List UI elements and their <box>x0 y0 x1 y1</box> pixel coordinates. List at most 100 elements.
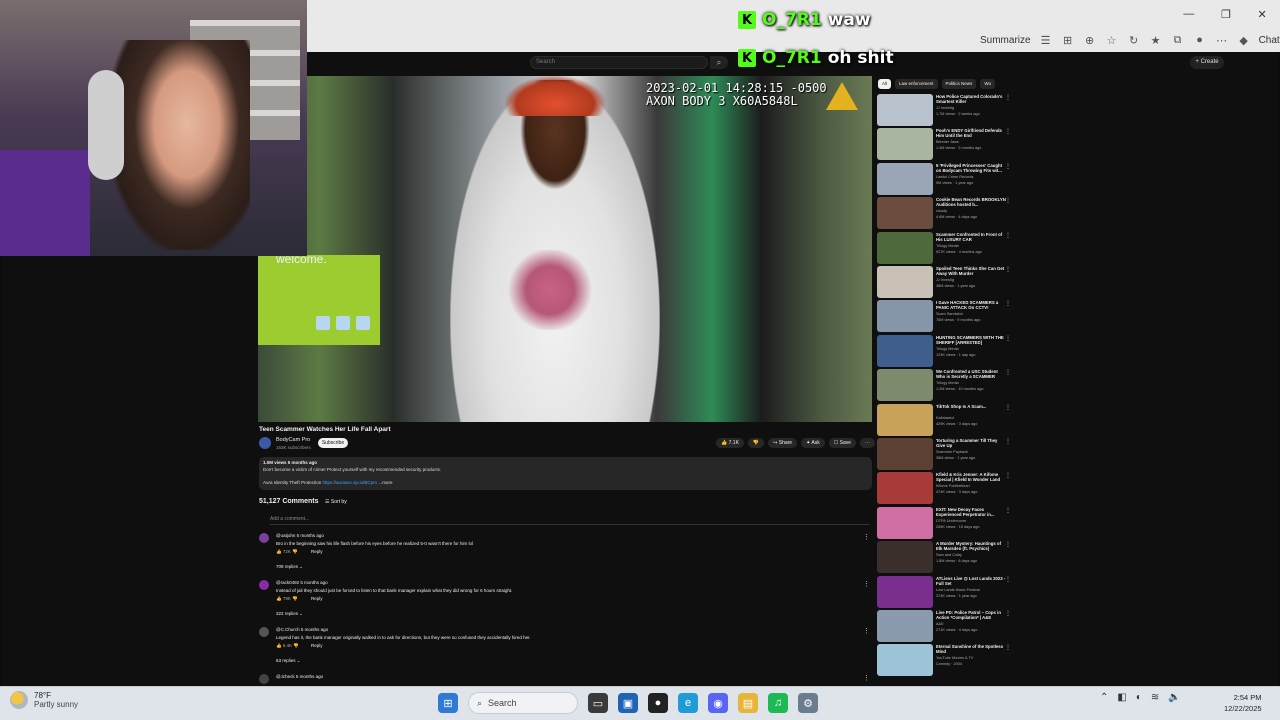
taskbar-search[interactable]: ⌕ Search <box>468 692 578 714</box>
recommended-title[interactable]: Live PD: Police Patrol – Cops in Action … <box>936 610 1006 620</box>
weather-widget[interactable]: 78°F Partly sunny <box>10 691 78 709</box>
recommended-title[interactable]: Kfield & Kris Jenner: A Kifome Special |… <box>936 472 1006 482</box>
reply-button[interactable]: Reply <box>311 643 323 648</box>
video-thumbnail[interactable] <box>877 197 933 230</box>
recommended-channel[interactable]: YouTube Movies & TV <box>936 656 973 660</box>
chip-all[interactable]: All <box>878 79 892 89</box>
video-menu-icon[interactable]: ⋮ <box>1005 541 1011 548</box>
video-menu-icon[interactable]: ⋮ <box>1005 576 1011 583</box>
chat-button[interactable]: Chat <box>1259 35 1280 46</box>
video-thumbnail[interactable] <box>877 128 933 161</box>
more-actions-icon[interactable]: ⋯ <box>860 438 876 448</box>
recommended-title[interactable]: Cookie Bean Records BROOKLYN Auditions h… <box>936 197 1006 207</box>
ask-button[interactable]: ✦ Ask <box>801 438 825 448</box>
video-menu-icon[interactable]: ⋮ <box>1005 644 1011 651</box>
recommended-title[interactable]: Torturing a Scammer Till They Give Up <box>936 438 1006 448</box>
recommended-title[interactable]: Scammer Confronted In Front of His LUXUR… <box>936 232 1006 242</box>
store-icon[interactable]: ▣ <box>618 693 638 713</box>
video-thumbnail[interactable] <box>877 610 933 642</box>
favorites-icon[interactable]: ★ <box>1149 33 1163 47</box>
comment-menu-icon[interactable]: ⋮ <box>863 533 870 541</box>
video-thumbnail[interactable] <box>877 231 933 264</box>
show-more-link[interactable]: ...more <box>378 480 392 485</box>
subscribe-button[interactable]: Subscribe <box>318 438 348 448</box>
settings-gear-icon[interactable]: ⚙ <box>798 693 818 713</box>
video-thumbnail[interactable] <box>877 266 933 298</box>
share-button[interactable]: ↪ Share <box>768 438 798 448</box>
video-menu-icon[interactable]: ⋮ <box>1005 404 1011 411</box>
recommended-channel[interactable]: Lawful Crime Records <box>936 175 973 179</box>
recommended-video[interactable]: TikTok Shop Is A Scam... Kaiblasted 429K v… <box>877 403 1017 438</box>
recommended-video[interactable]: We Confronted a USC Student Who is Secre… <box>877 369 1017 403</box>
replies-toggle[interactable]: 322 replies ⌄ <box>276 611 303 617</box>
windows-start-icon[interactable]: ⊞ <box>438 693 458 713</box>
comment-author[interactable]: @rack0492 5 months ago <box>276 580 328 585</box>
copilot-icon[interactable]: ◆ <box>1237 33 1251 47</box>
video-thumbnail[interactable] <box>877 94 933 126</box>
comment-avatar[interactable] <box>259 533 269 543</box>
create-button[interactable]: + Create <box>1190 56 1224 69</box>
comment-author[interactable]: @oatjohn 5 months ago <box>276 533 324 538</box>
comment-avatar[interactable] <box>259 580 269 590</box>
video-thumbnail[interactable] <box>877 541 933 574</box>
recommended-title[interactable]: We Confronted a USC Student Who is Secre… <box>936 369 1006 379</box>
favorite-star-icon[interactable]: ☆ <box>1105 33 1119 47</box>
video-thumbnail[interactable] <box>877 438 933 470</box>
description-box[interactable] <box>259 457 872 490</box>
recommended-channel[interactable]: Lost Lands Music Festival <box>936 588 980 592</box>
chip-more[interactable]: Wo <box>980 79 995 89</box>
file-explorer-icon[interactable]: ▤ <box>738 693 758 713</box>
comment-like-button[interactable]: 👍 6.4K 👎 <box>276 643 299 649</box>
channel-name[interactable]: BodyCam Pro <box>276 437 310 443</box>
video-menu-icon[interactable]: ⋮ <box>1005 610 1011 617</box>
reply-button[interactable]: Reply <box>311 549 323 554</box>
recommended-channel[interactable]: A&E <box>936 622 944 626</box>
video-thumbnail[interactable] <box>877 403 933 436</box>
volume-icon[interactable]: 🔈 <box>1168 692 1180 703</box>
recommended-channel[interactable]: Scam Sandwich <box>936 312 963 316</box>
restore-button[interactable]: ❐ <box>1221 8 1231 21</box>
recommended-video[interactable]: HUNTING SCAMMERS WITH THE SHERIFF [ARRES… <box>877 334 1017 369</box>
recommended-channel[interactable]: Trilogy Media <box>936 244 959 248</box>
recommended-video[interactable]: Scammer Confronted In Front of His LUXUR… <box>877 231 1017 266</box>
search-icon[interactable]: ⌕ <box>710 56 728 69</box>
video-menu-icon[interactable]: ⋮ <box>1005 472 1011 479</box>
video-menu-icon[interactable]: ⋮ <box>1005 163 1011 170</box>
summarize-button[interactable]: Summarize <box>980 35 1031 46</box>
collections-icon[interactable]: ⧉ <box>1171 33 1185 47</box>
replies-toggle[interactable]: 709 replies ⌄ <box>276 564 303 570</box>
video-thumbnail[interactable] <box>877 162 933 195</box>
video-menu-icon[interactable]: ⋮ <box>1005 335 1011 342</box>
comment-menu-icon[interactable]: ⋮ <box>863 674 870 682</box>
tray-app-icon[interactable]: ◧ <box>1117 692 1126 703</box>
recommended-video[interactable]: Spoiled Teen Thinks She Can Get Away Wit… <box>877 266 1017 300</box>
sort-by-button[interactable]: ☰ Sort by <box>325 499 347 505</box>
video-thumbnail[interactable] <box>877 369 933 402</box>
video-thumbnail[interactable] <box>877 506 933 539</box>
reader-icon[interactable]: ☰ <box>1039 33 1053 47</box>
replies-toggle[interactable]: 63 replies ⌄ <box>276 658 301 664</box>
profile-icon[interactable]: ● <box>1193 33 1207 47</box>
recommended-title[interactable]: HUNTING SCAMMERS WITH THE SHERIFF [ARRES… <box>936 335 1006 345</box>
comment-menu-icon[interactable]: ⋮ <box>863 580 870 588</box>
video-thumbnail[interactable] <box>877 575 933 608</box>
comment-avatar[interactable] <box>259 627 269 637</box>
video-thumbnail[interactable] <box>877 300 933 333</box>
comment-author[interactable]: @C.Church 5 months ago <box>276 627 328 632</box>
recommended-video[interactable]: Pooh's ENDY Girlfriend Defends Him Until… <box>877 128 1017 162</box>
recommended-video[interactable]: I Gave HACKED SCAMMERS a PANIC ATTACK On… <box>877 300 1017 334</box>
dislike-button[interactable]: 👎 <box>747 438 765 448</box>
more-icon[interactable]: ⋯ <box>1215 33 1229 47</box>
sponsor-link[interactable]: https://aurasec.sjv.io/BCpro <box>322 480 377 485</box>
comment-menu-icon[interactable]: ⋮ <box>863 627 870 635</box>
tray-app-icon[interactable]: ◐ <box>1136 692 1142 703</box>
recommended-channel[interactable]: Trilogy Media <box>936 381 959 385</box>
recommended-video[interactable]: 5 'Privileged Princesses' Caught on Body… <box>877 162 1017 197</box>
save-button[interactable]: ☐ Save <box>828 438 857 448</box>
video-menu-icon[interactable]: ⋮ <box>1005 128 1011 135</box>
recommended-channel[interactable]: Kaiblasted <box>936 416 954 420</box>
video-menu-icon[interactable]: ⋮ <box>1005 266 1011 273</box>
chevron-up-icon[interactable]: ⌃ <box>1100 692 1108 703</box>
comment-author[interactable]: @Jcheck 5 months ago <box>276 674 323 679</box>
recommended-title[interactable]: 5 'Privileged Princesses' Caught on Body… <box>936 163 1006 173</box>
